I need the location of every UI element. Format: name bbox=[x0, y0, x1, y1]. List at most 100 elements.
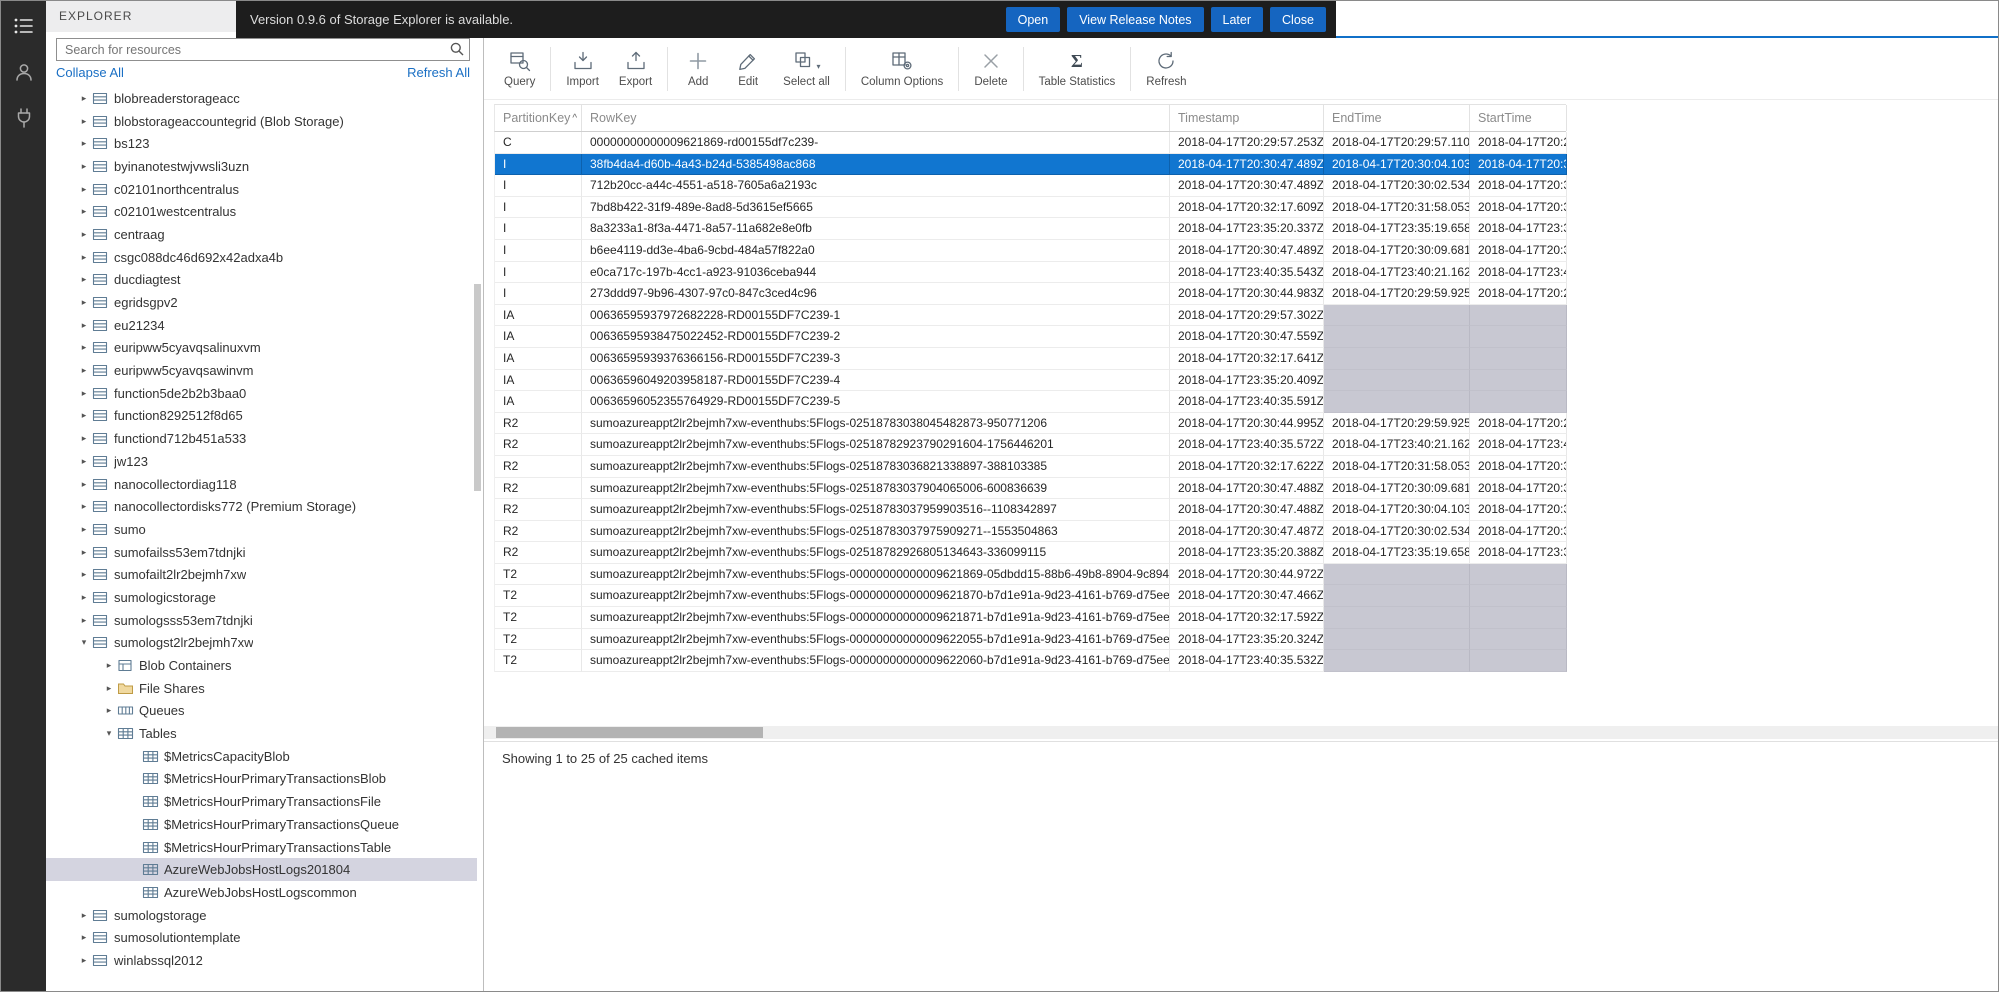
cell-partitionkey[interactable]: R2 bbox=[495, 521, 582, 543]
cell-endtime[interactable]: 2018-04-17T20:29:59.925Z bbox=[1324, 283, 1470, 305]
cell-starttime[interactable] bbox=[1470, 348, 1567, 370]
cell-partitionkey[interactable]: T2 bbox=[495, 564, 582, 586]
cell-timestamp[interactable]: 2018-04-17T20:32:17.641Z bbox=[1170, 348, 1324, 370]
chevron-right-icon[interactable]: ▸ bbox=[76, 910, 92, 921]
tree-item-sumologicstorage[interactable]: ▸sumologicstorage bbox=[46, 586, 477, 609]
tree-item-sumologstorage[interactable]: ▸sumologstorage bbox=[46, 904, 477, 927]
search-input[interactable] bbox=[56, 38, 470, 61]
cell-partitionkey[interactable]: R2 bbox=[495, 542, 582, 564]
cell-endtime[interactable]: 2018-04-17T20:30:04.103Z bbox=[1324, 499, 1470, 521]
cell-timestamp[interactable]: 2018-04-17T20:32:17.592Z bbox=[1170, 607, 1324, 629]
cell-rowkey[interactable]: 273ddd97-9b96-4307-97c0-847c3ced4c96 bbox=[582, 283, 1170, 305]
chevron-right-icon[interactable]: ▸ bbox=[76, 501, 92, 512]
tree-item-c02101westcentralus[interactable]: ▸c02101westcentralus bbox=[46, 200, 477, 223]
open-button[interactable]: Open bbox=[1006, 7, 1061, 32]
cell-endtime[interactable] bbox=[1324, 305, 1470, 327]
tree-item-metricshourprimarytransactionstable[interactable]: $MetricsHourPrimaryTransactionsTable bbox=[46, 836, 477, 859]
toolbar-button-query[interactable]: Query bbox=[494, 45, 545, 92]
chevron-right-icon[interactable]: ▸ bbox=[76, 297, 92, 308]
cell-timestamp[interactable]: 2018-04-17T20:30:47.489Z bbox=[1170, 240, 1324, 262]
chevron-right-icon[interactable]: ▸ bbox=[101, 705, 117, 716]
chevron-down-icon[interactable]: ▾ bbox=[76, 637, 92, 648]
cell-starttime[interactable] bbox=[1470, 607, 1567, 629]
tree-item-blob-containers[interactable]: ▸Blob Containers bbox=[46, 654, 477, 677]
tree-item-bs123[interactable]: ▸bs123 bbox=[46, 132, 477, 155]
cell-partitionkey[interactable]: I bbox=[495, 283, 582, 305]
chevron-right-icon[interactable]: ▸ bbox=[76, 932, 92, 943]
cell-starttime[interactable]: 2018-04-17T23:3 bbox=[1470, 542, 1567, 564]
tree-item-centraag[interactable]: ▸centraag bbox=[46, 223, 477, 246]
cell-starttime[interactable] bbox=[1470, 585, 1567, 607]
toolbar-button-edit[interactable]: Edit bbox=[723, 45, 773, 92]
tree-item-ducdiagtest[interactable]: ▸ducdiagtest bbox=[46, 269, 477, 292]
cell-rowkey[interactable]: sumoazureappt2lr2bejmh7xw-eventhubs:5Flo… bbox=[582, 629, 1170, 651]
cell-endtime[interactable]: 2018-04-17T20:30:09.681Z bbox=[1324, 240, 1470, 262]
tree-item-blobstorageaccountegrid-blob-storage[interactable]: ▸blobstorageaccountegrid (Blob Storage) bbox=[46, 110, 477, 133]
cell-timestamp[interactable]: 2018-04-17T23:40:35.532Z bbox=[1170, 650, 1324, 672]
chevron-right-icon[interactable]: ▸ bbox=[76, 592, 92, 603]
cell-starttime[interactable]: 2018-04-17T20:2 bbox=[1470, 132, 1567, 154]
toolbar-button-import[interactable]: Import bbox=[556, 45, 609, 92]
cell-endtime[interactable]: 2018-04-17T20:30:04.103Z bbox=[1324, 154, 1470, 176]
cell-rowkey[interactable]: 712b20cc-a44c-4551-a518-7605a6a2193c bbox=[582, 175, 1170, 197]
tree-item-function8292512f8d65[interactable]: ▸function8292512f8d65 bbox=[46, 405, 477, 428]
cell-timestamp[interactable]: 2018-04-17T23:35:20.337Z bbox=[1170, 218, 1324, 240]
chevron-right-icon[interactable]: ▸ bbox=[76, 388, 92, 399]
cell-partitionkey[interactable]: T2 bbox=[495, 629, 582, 651]
table-row[interactable]: T2sumoazureappt2lr2bejmh7xw-eventhubs:5F… bbox=[494, 585, 1566, 607]
tree-item-csgc088dc46d692x42adxa4b[interactable]: ▸csgc088dc46d692x42adxa4b bbox=[46, 246, 477, 269]
tree-item-euripww5cyavqsalinuxvm[interactable]: ▸euripww5cyavqsalinuxvm bbox=[46, 337, 477, 360]
chevron-right-icon[interactable]: ▸ bbox=[76, 547, 92, 558]
tree-item-nanocollectordiag118[interactable]: ▸nanocollectordiag118 bbox=[46, 473, 477, 496]
table-row[interactable]: T2sumoazureappt2lr2bejmh7xw-eventhubs:5F… bbox=[494, 650, 1566, 672]
close-button[interactable]: Close bbox=[1270, 7, 1326, 32]
cell-endtime[interactable] bbox=[1324, 370, 1470, 392]
refresh-all-link[interactable]: Refresh All bbox=[407, 65, 470, 80]
tree-item-byinanotestwjvwsli3uzn[interactable]: ▸byinanotestwjvwsli3uzn bbox=[46, 155, 477, 178]
column-header-timestamp[interactable]: Timestamp bbox=[1170, 105, 1324, 131]
tree-item-nanocollectordisks772-premium-storage[interactable]: ▸nanocollectordisks772 (Premium Storage) bbox=[46, 495, 477, 518]
tree-item-azurewebjobshostlogs201804[interactable]: AzureWebJobsHostLogs201804 bbox=[46, 858, 477, 881]
chevron-right-icon[interactable]: ▸ bbox=[101, 660, 117, 671]
cell-endtime[interactable] bbox=[1324, 326, 1470, 348]
cell-endtime[interactable]: 2018-04-17T23:40:21.162Z bbox=[1324, 434, 1470, 456]
table-row[interactable]: R2sumoazureappt2lr2bejmh7xw-eventhubs:5F… bbox=[494, 456, 1566, 478]
cell-rowkey[interactable]: b6ee4119-dd3e-4ba6-9cbd-484a57f822a0 bbox=[582, 240, 1170, 262]
column-header-partitionkey[interactable]: PartitionKey^ bbox=[495, 105, 582, 131]
cell-starttime[interactable] bbox=[1470, 564, 1567, 586]
cell-timestamp[interactable]: 2018-04-17T20:30:47.487Z bbox=[1170, 521, 1324, 543]
cell-endtime[interactable] bbox=[1324, 585, 1470, 607]
tree-item-sumologst2lr2bejmh7xw[interactable]: ▾sumologst2lr2bejmh7xw bbox=[46, 632, 477, 655]
cell-partitionkey[interactable]: IA bbox=[495, 391, 582, 413]
tree-item-metricscapacityblob[interactable]: $MetricsCapacityBlob bbox=[46, 745, 477, 768]
tree-item-functiond712b451a533[interactable]: ▸functiond712b451a533 bbox=[46, 427, 477, 450]
cell-starttime[interactable]: 2018-04-17T20:3 bbox=[1470, 197, 1567, 219]
cell-rowkey[interactable]: 00000000000009621869-rd00155df7c239- bbox=[582, 132, 1170, 154]
chevron-right-icon[interactable]: ▸ bbox=[76, 116, 92, 127]
cell-timestamp[interactable]: 2018-04-17T23:35:20.409Z bbox=[1170, 370, 1324, 392]
cell-rowkey[interactable]: 00636595937972682228-RD00155DF7C239-1 bbox=[582, 305, 1170, 327]
cell-partitionkey[interactable]: I bbox=[495, 154, 582, 176]
cell-rowkey[interactable]: 00636595938475022452-RD00155DF7C239-2 bbox=[582, 326, 1170, 348]
explorer-icon[interactable] bbox=[11, 13, 37, 39]
tree-item-queues[interactable]: ▸Queues bbox=[46, 700, 477, 723]
cell-starttime[interactable] bbox=[1470, 305, 1567, 327]
tree-item-sumofailss53em7tdnjki[interactable]: ▸sumofailss53em7tdnjki bbox=[46, 541, 477, 564]
tree-item-sumofailt2lr2bejmh7xw[interactable]: ▸sumofailt2lr2bejmh7xw bbox=[46, 563, 477, 586]
cell-timestamp[interactable]: 2018-04-17T20:30:47.466Z bbox=[1170, 585, 1324, 607]
cell-rowkey[interactable]: sumoazureappt2lr2bejmh7xw-eventhubs:5Flo… bbox=[582, 542, 1170, 564]
cell-starttime[interactable]: 2018-04-17T20:3 bbox=[1470, 521, 1567, 543]
cell-partitionkey[interactable]: IA bbox=[495, 305, 582, 327]
cell-rowkey[interactable]: sumoazureappt2lr2bejmh7xw-eventhubs:5Flo… bbox=[582, 564, 1170, 586]
cell-timestamp[interactable]: 2018-04-17T20:30:47.559Z bbox=[1170, 326, 1324, 348]
chevron-right-icon[interactable]: ▸ bbox=[76, 206, 92, 217]
column-header-rowkey[interactable]: RowKey bbox=[582, 105, 1170, 131]
tree-item-function5de2b2b3baa0[interactable]: ▸function5de2b2b3baa0 bbox=[46, 382, 477, 405]
table-row[interactable]: R2sumoazureappt2lr2bejmh7xw-eventhubs:5F… bbox=[494, 499, 1566, 521]
cell-starttime[interactable] bbox=[1470, 391, 1567, 413]
cell-rowkey[interactable]: sumoazureappt2lr2bejmh7xw-eventhubs:5Flo… bbox=[582, 456, 1170, 478]
chevron-right-icon[interactable]: ▸ bbox=[76, 524, 92, 535]
cell-rowkey[interactable]: e0ca717c-197b-4cc1-a923-91036ceba944 bbox=[582, 262, 1170, 284]
chevron-right-icon[interactable]: ▸ bbox=[76, 342, 92, 353]
cell-partitionkey[interactable]: I bbox=[495, 240, 582, 262]
